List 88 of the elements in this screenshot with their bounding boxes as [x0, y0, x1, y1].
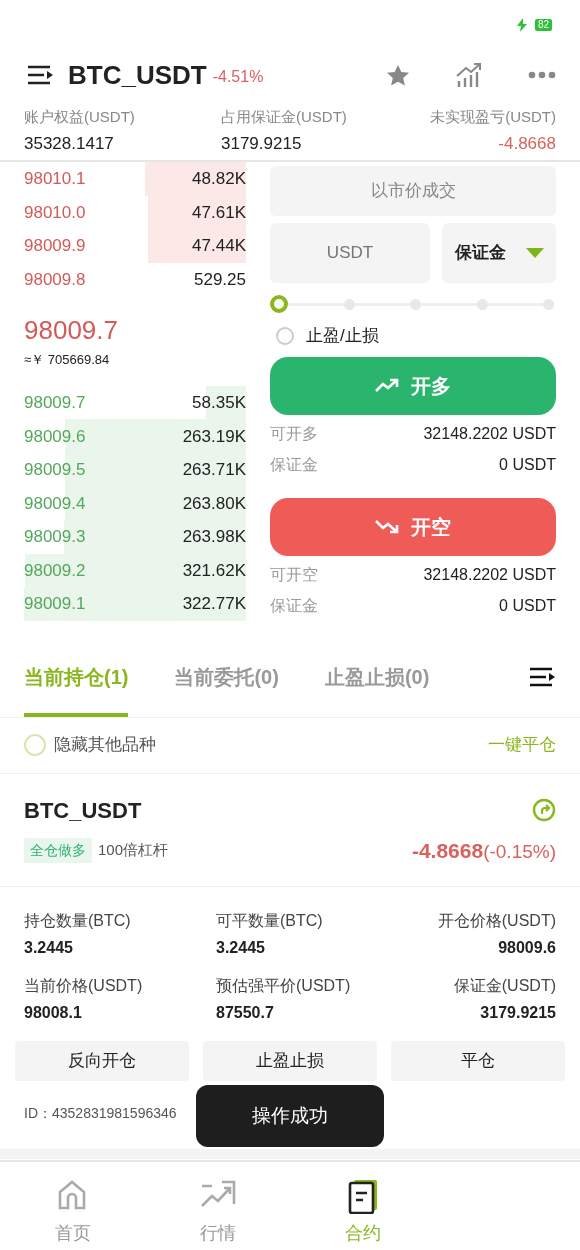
field-value: 3179.9215 [479, 1003, 556, 1023]
field-value: 87550.7 [216, 1003, 275, 1023]
order-book-row[interactable]: 98009.9 47.44K [24, 229, 246, 263]
order-book-row[interactable]: 98009.4 263.80K [24, 486, 246, 521]
order-amount: 48.82K [192, 168, 246, 191]
field-label: 预估强平价(USDT) [216, 976, 352, 996]
order-amount: 47.44K [192, 235, 246, 258]
order-amount: 263.19K [182, 425, 246, 448]
slider-thumb[interactable] [270, 295, 288, 313]
price-change: -4.51% [212, 67, 264, 87]
order-amount: 529.25 [194, 268, 246, 291]
share-icon[interactable] [532, 798, 556, 822]
order-price: 98010.1 [24, 168, 86, 191]
field-label: 保证金(USDT) [452, 976, 556, 996]
order-price: 98009.1 [24, 593, 86, 616]
info-value: 0 USDT [499, 455, 556, 475]
order-book-row[interactable]: 98010.0 47.61K [24, 195, 246, 230]
field-value: 98008.1 [24, 1003, 83, 1023]
info-value: 32148.2202 USDT [423, 565, 556, 585]
order-amount: 58.35K [192, 391, 246, 414]
battery-level: 82 [534, 19, 552, 31]
leverage-label: 100倍杠杆 [98, 840, 169, 860]
field-label: 持仓数量(BTC) [24, 911, 132, 931]
order-price: 98009.6 [24, 425, 86, 448]
caret-icon [525, 248, 544, 258]
menu-icon[interactable] [28, 65, 54, 85]
margin-select[interactable]: 保证金 [442, 223, 556, 283]
order-amount: 263.71K [182, 459, 246, 482]
account-value: 35328.1417 [24, 132, 115, 155]
account-value: -4.8668 [497, 132, 556, 155]
field-value: 3.2445 [216, 938, 266, 958]
order-amount: 322.77K [182, 593, 246, 616]
field-label: 可平数量(BTC) [216, 911, 324, 931]
checkbox[interactable] [24, 734, 46, 756]
info-label: 保证金 [270, 596, 318, 616]
account-label: 账户权益(USDT) [24, 107, 136, 127]
chart-icon[interactable] [456, 62, 482, 88]
checkbox-label: 止盈/止损 [306, 325, 379, 347]
position-pnl: -4.8668(-0.15%) [411, 837, 556, 864]
order-book-row[interactable]: 98009.7 58.35K [24, 385, 246, 420]
field-value: 3.2445 [24, 938, 74, 958]
order-price: 98009.5 [24, 459, 86, 482]
order-price: 98009.9 [24, 235, 86, 258]
toast-message: 操作成功 [196, 1085, 384, 1147]
info-label: 保证金 [270, 455, 318, 475]
field-label: 开仓价格(USDT) [436, 911, 556, 931]
order-price: 98009.7 [24, 391, 86, 414]
amount-field[interactable]: USDT [270, 223, 430, 283]
list-menu-icon[interactable] [530, 667, 556, 687]
order-book-row[interactable]: 98009.5 263.71K [24, 453, 246, 487]
position-action-button[interactable]: 平仓 [391, 1041, 565, 1081]
symbol-title: BTC_USDT [68, 58, 207, 92]
order-book-row[interactable]: 98009.3 263.98K [24, 520, 246, 554]
info-label: 可开多 [270, 424, 318, 444]
order-amount: 321.62K [182, 559, 246, 582]
order-price: 98009.2 [24, 559, 86, 582]
position-symbol: BTC_USDT [24, 796, 142, 825]
info-label: 可开空 [270, 565, 318, 585]
position-id: ID：4352831981596346 [24, 1105, 177, 1121]
order-amount: 263.98K [182, 526, 246, 549]
position-action-button[interactable]: 反向开仓 [15, 1041, 189, 1081]
account-label: 占用保证金(USDT) [221, 107, 348, 127]
info-value: 0 USDT [499, 596, 556, 616]
order-book-row[interactable]: 98009.1 322.77K [24, 587, 246, 622]
position-tag: 全仓做多 [24, 837, 92, 863]
order-book-row[interactable]: 98010.1 48.82K [24, 162, 246, 196]
checkbox-label: 隐藏其他品种 [54, 734, 156, 757]
account-label: 未实现盈亏(USDT) [429, 107, 556, 127]
star-icon[interactable] [386, 63, 410, 87]
account-value: 3179.9215 [221, 132, 303, 155]
position-action-button[interactable]: 止盈止损 [203, 1041, 377, 1081]
order-price: 98009.8 [24, 268, 86, 291]
order-book-row[interactable]: 98009.2 321.62K [24, 553, 246, 588]
order-amount: 47.61K [192, 201, 246, 224]
last-price: 98009.7 [24, 314, 119, 347]
order-amount: 263.80K [182, 492, 246, 515]
trend-down-icon [375, 518, 399, 535]
field-label: 当前价格(USDT) [24, 976, 144, 996]
info-value: 32148.2202 USDT [423, 424, 556, 444]
field-value: 98009.6 [497, 938, 556, 958]
order-book-row[interactable]: 98009.6 263.19K [24, 419, 246, 454]
trend-up-icon [375, 377, 399, 394]
more-icon[interactable] [528, 71, 556, 79]
order-price: 98009.3 [24, 526, 86, 549]
checkbox[interactable] [276, 326, 294, 345]
order-price: 98009.4 [24, 492, 86, 515]
order-price: 98010.0 [24, 201, 86, 224]
fiat-price: ≈￥ 705669.84 [24, 352, 110, 368]
